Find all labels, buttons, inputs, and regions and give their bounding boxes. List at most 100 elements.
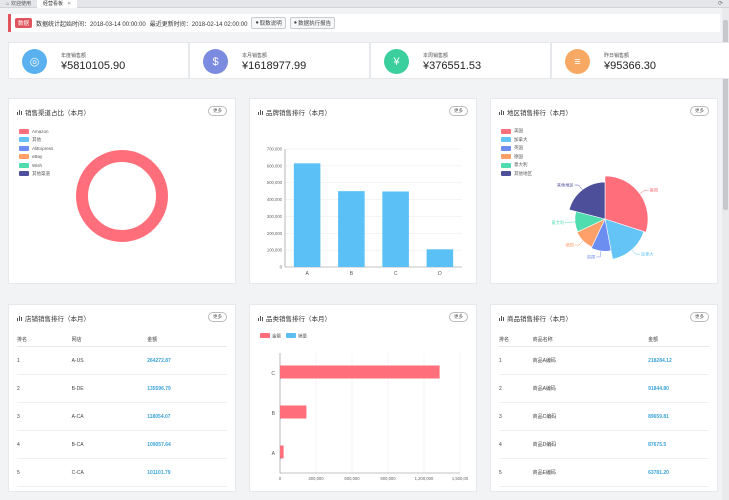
y-tick-label: C <box>271 371 275 377</box>
tab-welcome[interactable]: ⌂ 欢迎使用 <box>0 0 37 8</box>
table-row[interactable]: 1 商品A编码 218284.12 <box>499 347 709 375</box>
y-tick-label: 700,000 <box>267 147 283 152</box>
stat-value: ¥5810105.90 <box>61 60 126 72</box>
info-badge: 数据 <box>15 18 33 28</box>
x-tick-label: 1,500,00 <box>452 476 469 481</box>
y-tick-label: 300,000 <box>267 214 283 219</box>
wallet-icon: ¥ <box>384 49 409 74</box>
scrollbar[interactable] <box>722 8 729 500</box>
bar[interactable] <box>280 418 281 420</box>
refresh-icon[interactable]: ⟳ <box>718 0 723 7</box>
y-tick-label: B <box>272 411 276 417</box>
table-cell: 商品A编码 <box>532 386 556 392</box>
execution-report-button[interactable]: ● 数据执行报告 <box>289 17 336 29</box>
y-tick-label: 400,000 <box>267 197 283 202</box>
bar[interactable] <box>426 249 454 267</box>
data-explain-button[interactable]: ● 取数说明 <box>251 17 286 29</box>
execution-report-label: 数据执行报告 <box>298 21 332 27</box>
tab-welcome-label: 欢迎使用 <box>11 1 32 7</box>
table-header: 排名 商品名称 金额 <box>499 333 709 347</box>
table-cell: 3 <box>499 413 502 420</box>
slice-label: 英国 <box>587 253 595 260</box>
x-tick-label: 0 <box>279 476 282 481</box>
table-row[interactable]: 1 A-US 264272.87 <box>17 347 227 375</box>
x-tick-label: B <box>350 271 354 277</box>
table-cell: 63781.20 <box>648 469 669 476</box>
x-tick-label: 300,000 <box>308 476 324 481</box>
more-button[interactable]: 更多 <box>690 312 709 322</box>
column-header[interactable]: 商品名称 <box>533 336 649 343</box>
table-cell: B-CA <box>71 441 84 448</box>
info-icon: ● <box>255 20 259 26</box>
table-row[interactable]: 3 商品C编码 89659.81 <box>499 403 709 431</box>
bar[interactable] <box>280 378 281 380</box>
data-explain-label: 取数说明 <box>259 21 282 27</box>
slice-label: 美国 <box>650 187 658 194</box>
stat-card-monthly: $ 本月销售额 ¥1618977.99 <box>189 42 370 79</box>
column-header[interactable]: 排名 <box>17 336 72 343</box>
table-cell: 218284.12 <box>648 357 672 364</box>
x-tick-label: A <box>305 271 309 277</box>
bar[interactable] <box>382 191 409 267</box>
stat-start-time: 数据统计起始时间：2018-03-14 00:00:00 <box>36 21 146 28</box>
column-header[interactable]: 金额 <box>648 336 709 343</box>
table-cell: A-US <box>71 357 84 364</box>
brand-sales-card: 品牌销售排行（本月） 更多 0 100,000 200,000 300,000 400,… <box>249 98 477 284</box>
donut-slice[interactable] <box>76 150 168 242</box>
store-table: 排名 网店 金额 1 A-US 264272.87 2 B-DE 135596.79 3 A-CA 1… <box>17 333 227 487</box>
tab-dashboard[interactable]: 经营看板 ✕ <box>37 0 78 8</box>
product-table: 排名 商品名称 金额 1 商品A编码 218284.12 2 商品A编码 91844.80 3 商品… <box>499 333 709 487</box>
bar[interactable] <box>338 191 365 267</box>
y-tick-label: 0 <box>280 265 283 270</box>
card-title: 店铺销售排行（本月） <box>17 313 90 323</box>
stat-value: ¥95366.30 <box>604 60 656 72</box>
bar[interactable] <box>280 458 281 460</box>
table-row[interactable]: 4 B-CA 109057.64 <box>17 431 227 459</box>
table-row[interactable]: 5 商品E编码 63781.20 <box>499 459 709 487</box>
column-header[interactable]: 排名 <box>499 336 533 343</box>
table-cell: 4 <box>17 441 20 448</box>
table-cell: 2 <box>499 385 502 392</box>
globe-icon: ◎ <box>22 49 47 74</box>
label-line <box>574 184 583 190</box>
table-row[interactable]: 2 B-DE 135596.79 <box>17 375 227 403</box>
y-tick-label: A <box>272 451 276 457</box>
more-button[interactable]: 更多 <box>208 312 227 322</box>
x-tick-label: D <box>438 271 442 277</box>
last-updated-time: 最近更新时间：2018-02-14 02:00:00 <box>149 21 248 28</box>
table-row[interactable]: 5 C-CA 101101.79 <box>17 459 227 487</box>
table-cell: 5 <box>17 469 20 476</box>
close-icon[interactable]: ✕ <box>67 1 71 7</box>
coins-icon: ≡ <box>565 49 590 74</box>
stat-value: ¥1618977.99 <box>242 60 307 72</box>
table-cell: 1 <box>17 357 20 364</box>
table-row[interactable]: 2 商品A编码 91844.80 <box>499 375 709 403</box>
bar[interactable] <box>293 163 321 267</box>
pie-slice[interactable] <box>568 181 606 220</box>
category-sales-card: 品类销售排行（本月） 更多 金额 销量 0 300,000 600,000 900,000… <box>249 304 477 492</box>
bar[interactable] <box>280 405 307 419</box>
product-sales-card: 商品销售排行（本月） 更多 排名 商品名称 金额 1 商品A编码 218284.12 2 商品… <box>490 304 718 492</box>
stat-label: 本周销售额 <box>423 53 449 59</box>
table-cell: 101101.79 <box>147 469 171 476</box>
label-line <box>596 250 602 258</box>
bar[interactable] <box>280 365 440 379</box>
legend-swatch[interactable] <box>260 333 270 338</box>
table-cell: 4 <box>499 441 502 448</box>
table-row[interactable]: 4 商品D编码 87675.5 <box>499 431 709 459</box>
table-cell: 87675.5 <box>648 441 667 448</box>
bar[interactable] <box>280 445 284 459</box>
slice-label: 加拿大 <box>641 251 654 258</box>
legend-swatch[interactable] <box>286 333 296 338</box>
column-header[interactable]: 网店 <box>72 336 148 343</box>
slice-label: 意大利 <box>551 219 564 226</box>
column-header[interactable]: 金额 <box>147 336 227 343</box>
label-line <box>565 221 576 223</box>
x-tick-label: 1,200,000 <box>415 476 434 481</box>
table-cell: 264272.87 <box>147 357 171 364</box>
slice-label: 德国 <box>565 242 573 249</box>
stat-card-yearly: ◎ 年度销售额 ¥5810105.90 <box>8 42 189 79</box>
table-cell: 商品A编码 <box>532 358 556 364</box>
stat-label: 年度销售额 <box>61 53 87 59</box>
table-row[interactable]: 3 A-CA 118054.07 <box>17 403 227 431</box>
